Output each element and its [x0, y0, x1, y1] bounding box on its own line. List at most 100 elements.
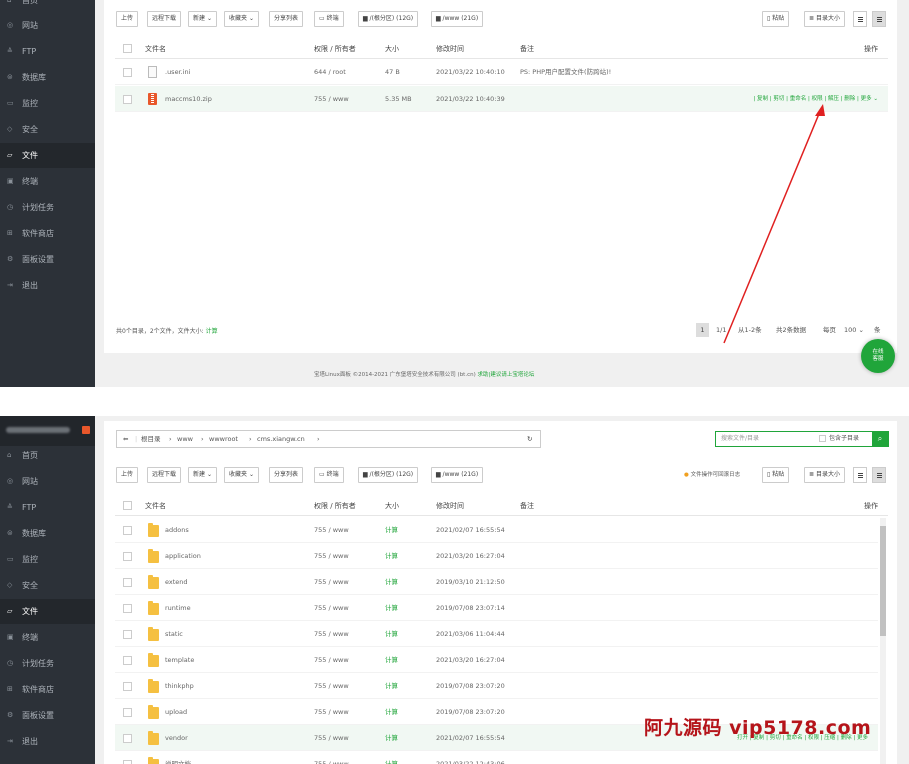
folder-name[interactable]: vendor: [165, 725, 188, 751]
sidebar-item-files[interactable]: ▱ 文件: [0, 599, 95, 624]
folder-perm[interactable]: 755 / www: [314, 725, 349, 751]
row-checkbox[interactable]: [123, 708, 132, 717]
breadcrumb-item[interactable]: cms.xiangw.cn: [257, 431, 305, 447]
calc-size-link[interactable]: 计算: [385, 595, 398, 621]
col-size[interactable]: 大小: [385, 496, 399, 516]
folder-mtime: 2021/03/06 11:04:44: [436, 630, 505, 638]
calc-size-link[interactable]: 计算: [385, 751, 398, 764]
folder-name[interactable]: static: [165, 621, 183, 647]
sidebar-item-terminal[interactable]: ▣ 终端: [0, 625, 95, 650]
breadcrumb-item[interactable]: wwwroot: [209, 431, 238, 447]
col-name[interactable]: 文件名: [145, 496, 166, 516]
search-icon[interactable]: ⌕: [872, 432, 888, 446]
folder-perm[interactable]: 755 / www: [314, 673, 349, 699]
search-box: 搜索文件/目录 包含子目录 ⌕: [715, 431, 889, 447]
row-checkbox[interactable]: [123, 630, 132, 639]
sidebar-item-home[interactable]: ⌂ 首页: [0, 443, 95, 468]
sidebar-item-logout[interactable]: ⇥ 退出: [0, 729, 95, 754]
folder-name[interactable]: upload: [165, 699, 187, 725]
sidebar-item-database[interactable]: ⊜ 数据库: [0, 521, 95, 546]
calc-size-link[interactable]: 计算: [385, 673, 398, 699]
terminal-button[interactable]: ▭ 终端: [314, 467, 344, 483]
calc-size-link[interactable]: 计算: [385, 647, 398, 673]
table-row[interactable]: thinkphp 755 / www 计算 2019/07/08 23:07:20: [115, 673, 878, 699]
disk-icon: ▆: [436, 471, 441, 478]
row-checkbox[interactable]: [123, 656, 132, 665]
calc-size-link[interactable]: 计算: [385, 569, 398, 595]
row-checkbox[interactable]: [123, 760, 132, 764]
folder-perm[interactable]: 755 / www: [314, 569, 349, 595]
breadcrumb[interactable]: ⇚ | 根目录 › www › wwwroot › cms.xiangw.cn …: [116, 430, 541, 448]
new-dropdown-button[interactable]: 新建 ⌄: [188, 467, 217, 483]
dir-size-button[interactable]: ≣ 目录大小: [804, 467, 845, 483]
paste-button[interactable]: ▯ 粘贴: [762, 467, 790, 483]
folder-perm[interactable]: 755 / www: [314, 751, 349, 764]
folder-icon: [148, 549, 159, 563]
col-mtime[interactable]: 修改时间: [436, 496, 464, 516]
favorites-dropdown-button[interactable]: 收藏夹 ⌄: [224, 467, 259, 483]
chevron-right-icon: ›: [317, 435, 320, 443]
calc-size-link[interactable]: 计算: [385, 699, 398, 725]
search-input[interactable]: 搜索文件/目录: [721, 432, 759, 446]
sidebar-item-security[interactable]: ◇ 安全: [0, 573, 95, 598]
folder-perm[interactable]: 755 / www: [314, 621, 349, 647]
row-checkbox[interactable]: [123, 734, 132, 743]
folder-name[interactable]: application: [165, 543, 201, 569]
grid-view-icon[interactable]: [853, 467, 867, 483]
table-row[interactable]: 说明文档 755 / www 计算 2021/03/22 12:43:06: [115, 751, 878, 764]
list-view-icon[interactable]: [872, 467, 886, 483]
row-checkbox[interactable]: [123, 578, 132, 587]
include-subdir-checkbox[interactable]: [819, 435, 826, 442]
op-log-link[interactable]: ● 文件操作可回滚日志: [684, 467, 740, 483]
calc-size-link[interactable]: 计算: [385, 517, 398, 543]
folder-perm[interactable]: 755 / www: [314, 699, 349, 725]
table-row[interactable]: application 755 / www 计算 2021/03/20 16:27:0…: [115, 543, 878, 569]
folder-name[interactable]: 说明文档: [165, 751, 191, 764]
sidebar-item-ftp[interactable]: ≙ FTP: [0, 495, 95, 520]
breadcrumb-item[interactable]: www: [177, 431, 193, 447]
row-checkbox[interactable]: [123, 604, 132, 613]
folder-icon: [148, 601, 159, 615]
disk-www-button[interactable]: ▆ /www (21G): [431, 467, 484, 483]
folder-name[interactable]: extend: [165, 569, 188, 595]
calc-size-link[interactable]: 计算: [385, 725, 398, 751]
back-icon[interactable]: ⇚: [123, 431, 128, 447]
table-row[interactable]: static 755 / www 计算 2021/03/06 11:04:44: [115, 621, 878, 647]
ftp-icon: ≙: [7, 503, 13, 511]
table-row[interactable]: template 755 / www 计算 2021/03/20 16:27:04: [115, 647, 878, 673]
folder-perm[interactable]: 755 / www: [314, 517, 349, 543]
folder-perm[interactable]: 755 / www: [314, 647, 349, 673]
chevron-right-icon: ›: [249, 435, 252, 443]
row-checkbox[interactable]: [123, 552, 132, 561]
refresh-icon[interactable]: ↻: [527, 431, 532, 447]
sidebar-item-store[interactable]: ⊞ 软件商店: [0, 677, 95, 702]
sidebar-item-monitor[interactable]: ▭ 监控: [0, 547, 95, 572]
breadcrumb-item[interactable]: 根目录: [141, 431, 161, 447]
sidebar-item-cron[interactable]: ◷ 计划任务: [0, 651, 95, 676]
table-row[interactable]: addons 755 / www 计算 2021/02/07 16:55:54: [115, 517, 878, 543]
folder-perm[interactable]: 755 / www: [314, 543, 349, 569]
scrollbar[interactable]: [880, 518, 886, 764]
scrollbar-thumb[interactable]: [880, 526, 886, 636]
calc-size-link[interactable]: 计算: [385, 543, 398, 569]
upload-button[interactable]: 上传: [116, 467, 139, 483]
sidebar-item-settings[interactable]: ⚙ 面板设置: [0, 703, 95, 728]
remote-download-button[interactable]: 远程下载: [147, 467, 182, 483]
folder-perm[interactable]: 755 / www: [314, 595, 349, 621]
table-row[interactable]: extend 755 / www 计算 2019/03/10 21:12:50: [115, 569, 878, 595]
row-checkbox[interactable]: [123, 526, 132, 535]
row-checkbox[interactable]: [123, 682, 132, 691]
table-row[interactable]: runtime 755 / www 计算 2019/07/08 23:07:14: [115, 595, 878, 621]
col-perm[interactable]: 权限 / 所有者: [314, 496, 356, 516]
folder-name[interactable]: addons: [165, 517, 189, 543]
folder-name[interactable]: runtime: [165, 595, 191, 621]
folder-name[interactable]: template: [165, 647, 194, 673]
logout-icon: ⇥: [7, 737, 13, 745]
sidebar-item-website[interactable]: ◎ 网站: [0, 469, 95, 494]
select-all-checkbox[interactable]: [123, 501, 132, 510]
annotation-arrow: [723, 104, 825, 344]
folder-name[interactable]: thinkphp: [165, 673, 194, 699]
calc-size-link[interactable]: 计算: [385, 621, 398, 647]
disk-root-button[interactable]: ▆ /(根分区) (12G): [358, 467, 419, 483]
share-list-button[interactable]: 分享列表: [269, 467, 304, 483]
